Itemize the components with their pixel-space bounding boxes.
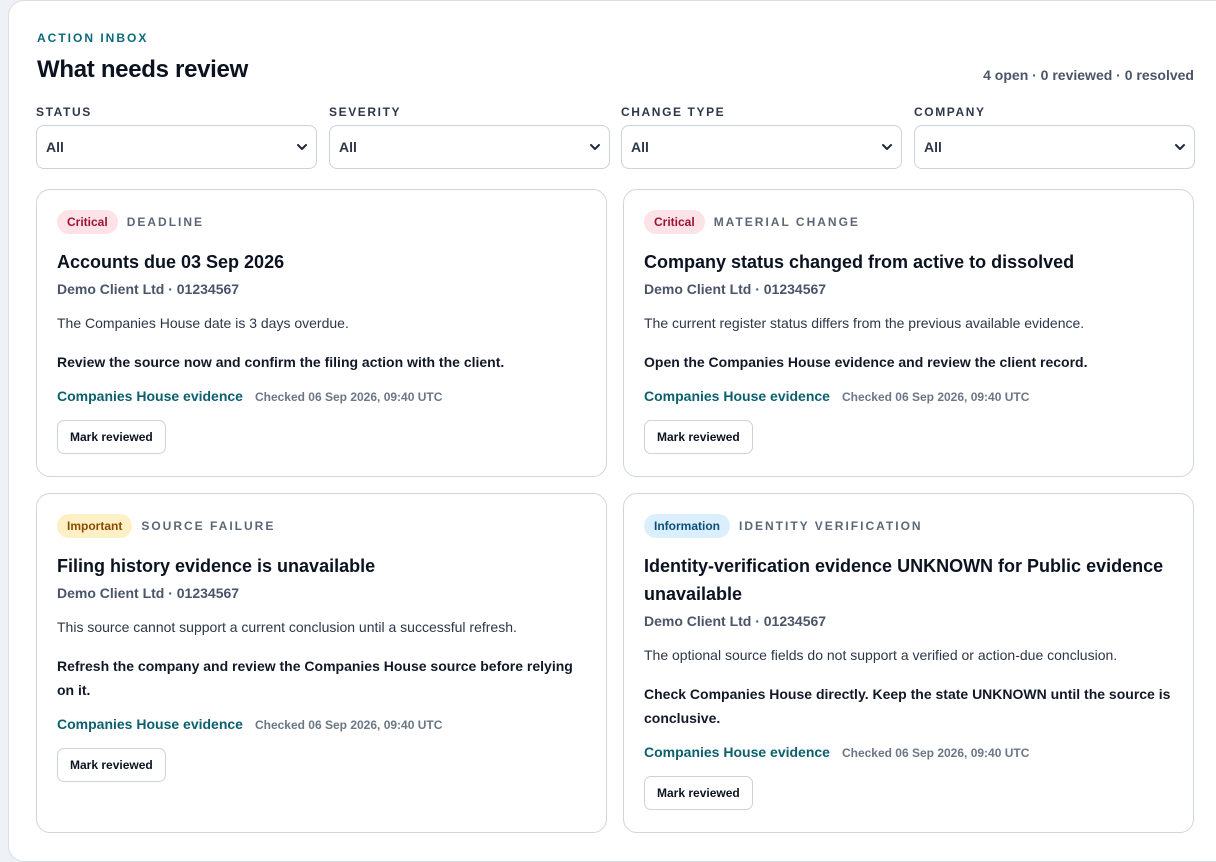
section-eyebrow: ACTION INBOX — [37, 31, 149, 45]
filter-change-type: CHANGE TYPE All — [621, 105, 902, 169]
checked-timestamp: Checked 06 Sep 2026, 09:40 UTC — [841, 390, 1030, 404]
status-select[interactable]: All — [36, 125, 317, 169]
card-title: Accounts due 03 Sep 2026 — [57, 252, 285, 272]
mark-reviewed-button[interactable]: Mark reviewed — [57, 420, 166, 454]
company-ref: Demo Client Ltd · 01234567 — [57, 585, 240, 601]
company-select-value: All — [924, 139, 942, 155]
evidence-link[interactable]: Companies House evidence — [57, 716, 243, 732]
filter-severity: SEVERITY All — [329, 105, 610, 169]
filter-status: STATUS All — [36, 105, 317, 169]
filter-company: COMPANY All — [914, 105, 1195, 169]
change-category: DEADLINE — [126, 215, 205, 229]
mark-reviewed-button[interactable]: Mark reviewed — [644, 776, 753, 810]
filter-change-type-label: CHANGE TYPE — [621, 105, 726, 119]
card-title: Company status changed from active to di… — [644, 252, 1075, 272]
severity-select-value: All — [339, 139, 357, 155]
review-card: Critical MATERIAL CHANGE Company status … — [623, 189, 1194, 477]
checked-timestamp: Checked 06 Sep 2026, 09:40 UTC — [254, 718, 443, 732]
status-select-value: All — [46, 139, 64, 155]
recommended-action: Refresh the company and review the Compa… — [57, 658, 573, 698]
company-ref: Demo Client Ltd · 01234567 — [57, 281, 240, 297]
chevron-down-icon — [881, 141, 893, 153]
card-title: Identity-verification evidence UNKNOWN f… — [644, 556, 1164, 604]
evidence-link[interactable]: Companies House evidence — [644, 388, 830, 404]
company-select[interactable]: All — [914, 125, 1195, 169]
mark-reviewed-button[interactable]: Mark reviewed — [57, 748, 166, 782]
chevron-down-icon — [1174, 141, 1186, 153]
filter-status-label: STATUS — [36, 105, 92, 119]
review-card: Important SOURCE FAILURE Filing history … — [36, 493, 607, 833]
evidence-link[interactable]: Companies House evidence — [57, 388, 243, 404]
card-description: The Companies House date is 3 days overd… — [57, 315, 349, 331]
review-card: Critical DEADLINE Accounts due 03 Sep 20… — [36, 189, 607, 477]
change-category: SOURCE FAILURE — [141, 519, 276, 533]
recommended-action: Open the Companies House evidence and re… — [644, 354, 1088, 370]
recommended-action: Check Companies House directly. Keep the… — [644, 686, 1171, 726]
severity-badge: Critical — [57, 210, 118, 234]
checked-timestamp: Checked 06 Sep 2026, 09:40 UTC — [254, 390, 443, 404]
card-description: The optional source fields do not suppor… — [644, 647, 1118, 663]
change-type-select-value: All — [631, 139, 649, 155]
card-description: The current register status differs from… — [644, 315, 1085, 331]
card-title: Filing history evidence is unavailable — [57, 556, 376, 576]
chevron-down-icon — [296, 141, 308, 153]
evidence-link[interactable]: Companies House evidence — [644, 744, 830, 760]
filter-severity-label: SEVERITY — [329, 105, 402, 119]
inbox-counts: 4 open · 0 reviewed · 0 resolved — [983, 67, 1194, 83]
company-ref: Demo Client Ltd · 01234567 — [644, 613, 827, 629]
severity-badge: Important — [57, 514, 133, 538]
review-card: Information IDENTITY VERIFICATION Identi… — [623, 493, 1194, 833]
severity-badge: Critical — [644, 210, 705, 234]
recommended-action: Review the source now and confirm the fi… — [57, 354, 505, 370]
company-ref: Demo Client Ltd · 01234567 — [644, 281, 827, 297]
change-category: MATERIAL CHANGE — [713, 215, 860, 229]
card-description: This source cannot support a current con… — [57, 619, 517, 635]
change-type-select[interactable]: All — [621, 125, 902, 169]
severity-select[interactable]: All — [329, 125, 610, 169]
mark-reviewed-button[interactable]: Mark reviewed — [644, 420, 753, 454]
chevron-down-icon — [589, 141, 601, 153]
change-category: IDENTITY VERIFICATION — [739, 519, 923, 533]
checked-timestamp: Checked 06 Sep 2026, 09:40 UTC — [841, 746, 1030, 760]
severity-badge: Information — [644, 514, 730, 538]
page-title: What needs review — [37, 56, 248, 83]
filter-company-label: COMPANY — [914, 105, 986, 119]
